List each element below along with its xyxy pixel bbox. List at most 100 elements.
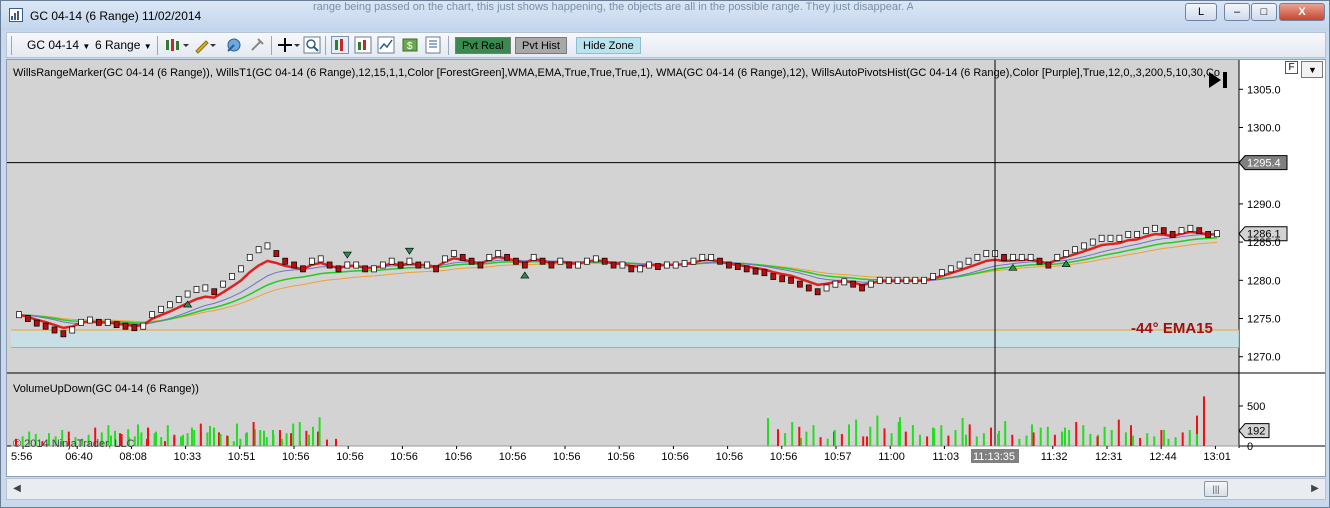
maximize-button[interactable]: □ <box>1251 3 1277 21</box>
link-button[interactable]: L <box>1185 3 1217 21</box>
time-tick-label: 11:00 <box>878 451 905 463</box>
scrollbar-thumb[interactable]: ||| <box>1204 481 1228 497</box>
pvt-hist-button[interactable]: Pvt Hist <box>515 37 567 54</box>
horizontal-scrollbar[interactable]: ◀ ||| ▶ <box>6 478 1326 500</box>
indicators-icon[interactable] <box>354 36 372 54</box>
price-bar <box>246 253 253 261</box>
volume-bar <box>1146 433 1149 446</box>
price-bar <box>291 261 297 269</box>
price-bar <box>16 311 22 319</box>
volume-bar <box>933 428 936 446</box>
price-bar <box>1116 234 1123 242</box>
period-selector[interactable]: 6 Range ▼ <box>95 36 152 55</box>
price-bar <box>930 273 936 280</box>
price-bar <box>912 276 919 284</box>
pin-icon[interactable] <box>248 36 266 54</box>
volume-bar <box>1195 434 1198 446</box>
price-bar <box>25 315 31 322</box>
volume-bar <box>308 434 310 446</box>
price-bar <box>486 253 493 261</box>
price-bar <box>51 326 58 334</box>
volume-bar <box>911 425 914 446</box>
volume-bar <box>191 427 193 446</box>
volume-bar <box>869 426 872 446</box>
pvt-real-button[interactable]: Pvt Real <box>455 37 511 54</box>
price-bar <box>637 265 644 273</box>
attach-indicator-icon[interactable] <box>225 36 243 54</box>
price-bar <box>459 253 466 261</box>
price-bar <box>557 257 564 265</box>
panel-dropdown-button[interactable]: ▼ <box>1301 61 1323 78</box>
strategies-icon[interactable] <box>377 36 395 54</box>
volume-bar <box>259 430 262 446</box>
chart-trader-icon[interactable]: $ <box>401 36 419 54</box>
indicator-description: WillsRangeMarker(GC 04-14 (6 Range)), Wi… <box>13 67 1220 79</box>
properties-icon[interactable] <box>424 36 442 54</box>
volume-bar <box>819 437 822 446</box>
price-bar <box>371 265 377 273</box>
price-bar <box>584 257 590 265</box>
price-bar <box>797 280 803 288</box>
price-bar <box>264 242 271 250</box>
time-tick-label: 13:01 <box>1203 451 1231 463</box>
price-bar <box>1143 227 1149 235</box>
draw-pencil-icon[interactable] <box>193 36 216 54</box>
price-bar <box>96 318 102 326</box>
time-tick-label: 10:56 <box>770 451 798 463</box>
volume-bar <box>826 438 829 446</box>
scroll-right-icon[interactable]: ▶ <box>1307 481 1323 497</box>
volume-bar <box>298 422 301 446</box>
title-bar[interactable]: GC 04-14 (6 Range) 11/02/2014 range bein… <box>1 1 1329 31</box>
price-bar <box>167 301 173 309</box>
price-bar <box>1169 231 1176 238</box>
panel-format-button[interactable]: F <box>1285 61 1298 74</box>
price-bar <box>450 250 457 257</box>
price-bar <box>1001 253 1007 261</box>
hide-zone-button[interactable]: Hide Zone <box>576 37 641 54</box>
price-bar <box>894 276 901 284</box>
price-bar <box>690 257 697 265</box>
price-bar <box>184 290 191 298</box>
volume-bar <box>1089 434 1092 446</box>
price-bar <box>33 319 40 327</box>
crosshair-icon[interactable] <box>277 36 300 54</box>
time-tick-label: 12:44 <box>1149 451 1177 463</box>
price-bar <box>255 246 262 254</box>
volume-bar <box>1053 434 1056 446</box>
price-bar <box>726 261 732 269</box>
price-bar <box>1160 227 1167 235</box>
price-bar <box>885 276 892 284</box>
volume-bar <box>164 441 166 446</box>
time-tick-label: 10:56 <box>661 451 689 463</box>
bar-style-icon[interactable] <box>164 36 189 54</box>
volume-bar <box>812 425 815 446</box>
volume-bar <box>206 432 209 446</box>
price-bar <box>832 280 839 288</box>
price-bar <box>823 284 830 292</box>
price-tick-label: 1280.0 <box>1247 275 1281 287</box>
instrument-selector[interactable]: GC 04-14 ▼ <box>27 36 90 55</box>
zoom-icon[interactable] <box>303 36 321 54</box>
price-bar <box>308 257 315 265</box>
volume-bar <box>855 419 858 446</box>
volume-bar <box>232 441 235 446</box>
price-bar <box>504 253 510 261</box>
volume-bar <box>791 422 794 446</box>
price-tick-label: 1270.0 <box>1247 352 1281 364</box>
window-title: GC 04-14 (6 Range) 11/02/2014 <box>30 9 202 23</box>
play-skip-icon[interactable] <box>1207 70 1231 95</box>
volume-bar <box>767 418 769 446</box>
chart-panel[interactable]: 1305.0 1300.0 1295.4 1290.0 1286.1 1285.0 1280… <box>6 59 1326 477</box>
close-button[interactable]: X <box>1279 3 1325 21</box>
volume-bar <box>997 434 1000 446</box>
price-bar <box>78 318 84 326</box>
price-bar <box>1010 253 1016 261</box>
price-bar <box>42 322 49 330</box>
time-tick-label: 08:08 <box>119 451 147 463</box>
scroll-left-icon[interactable]: ◀ <box>9 481 25 497</box>
volume-bar <box>153 433 156 446</box>
minimize-button[interactable]: – <box>1224 3 1250 21</box>
volume-bar <box>173 434 176 446</box>
price-bar <box>779 275 786 283</box>
data-box-icon[interactable] <box>331 36 349 54</box>
